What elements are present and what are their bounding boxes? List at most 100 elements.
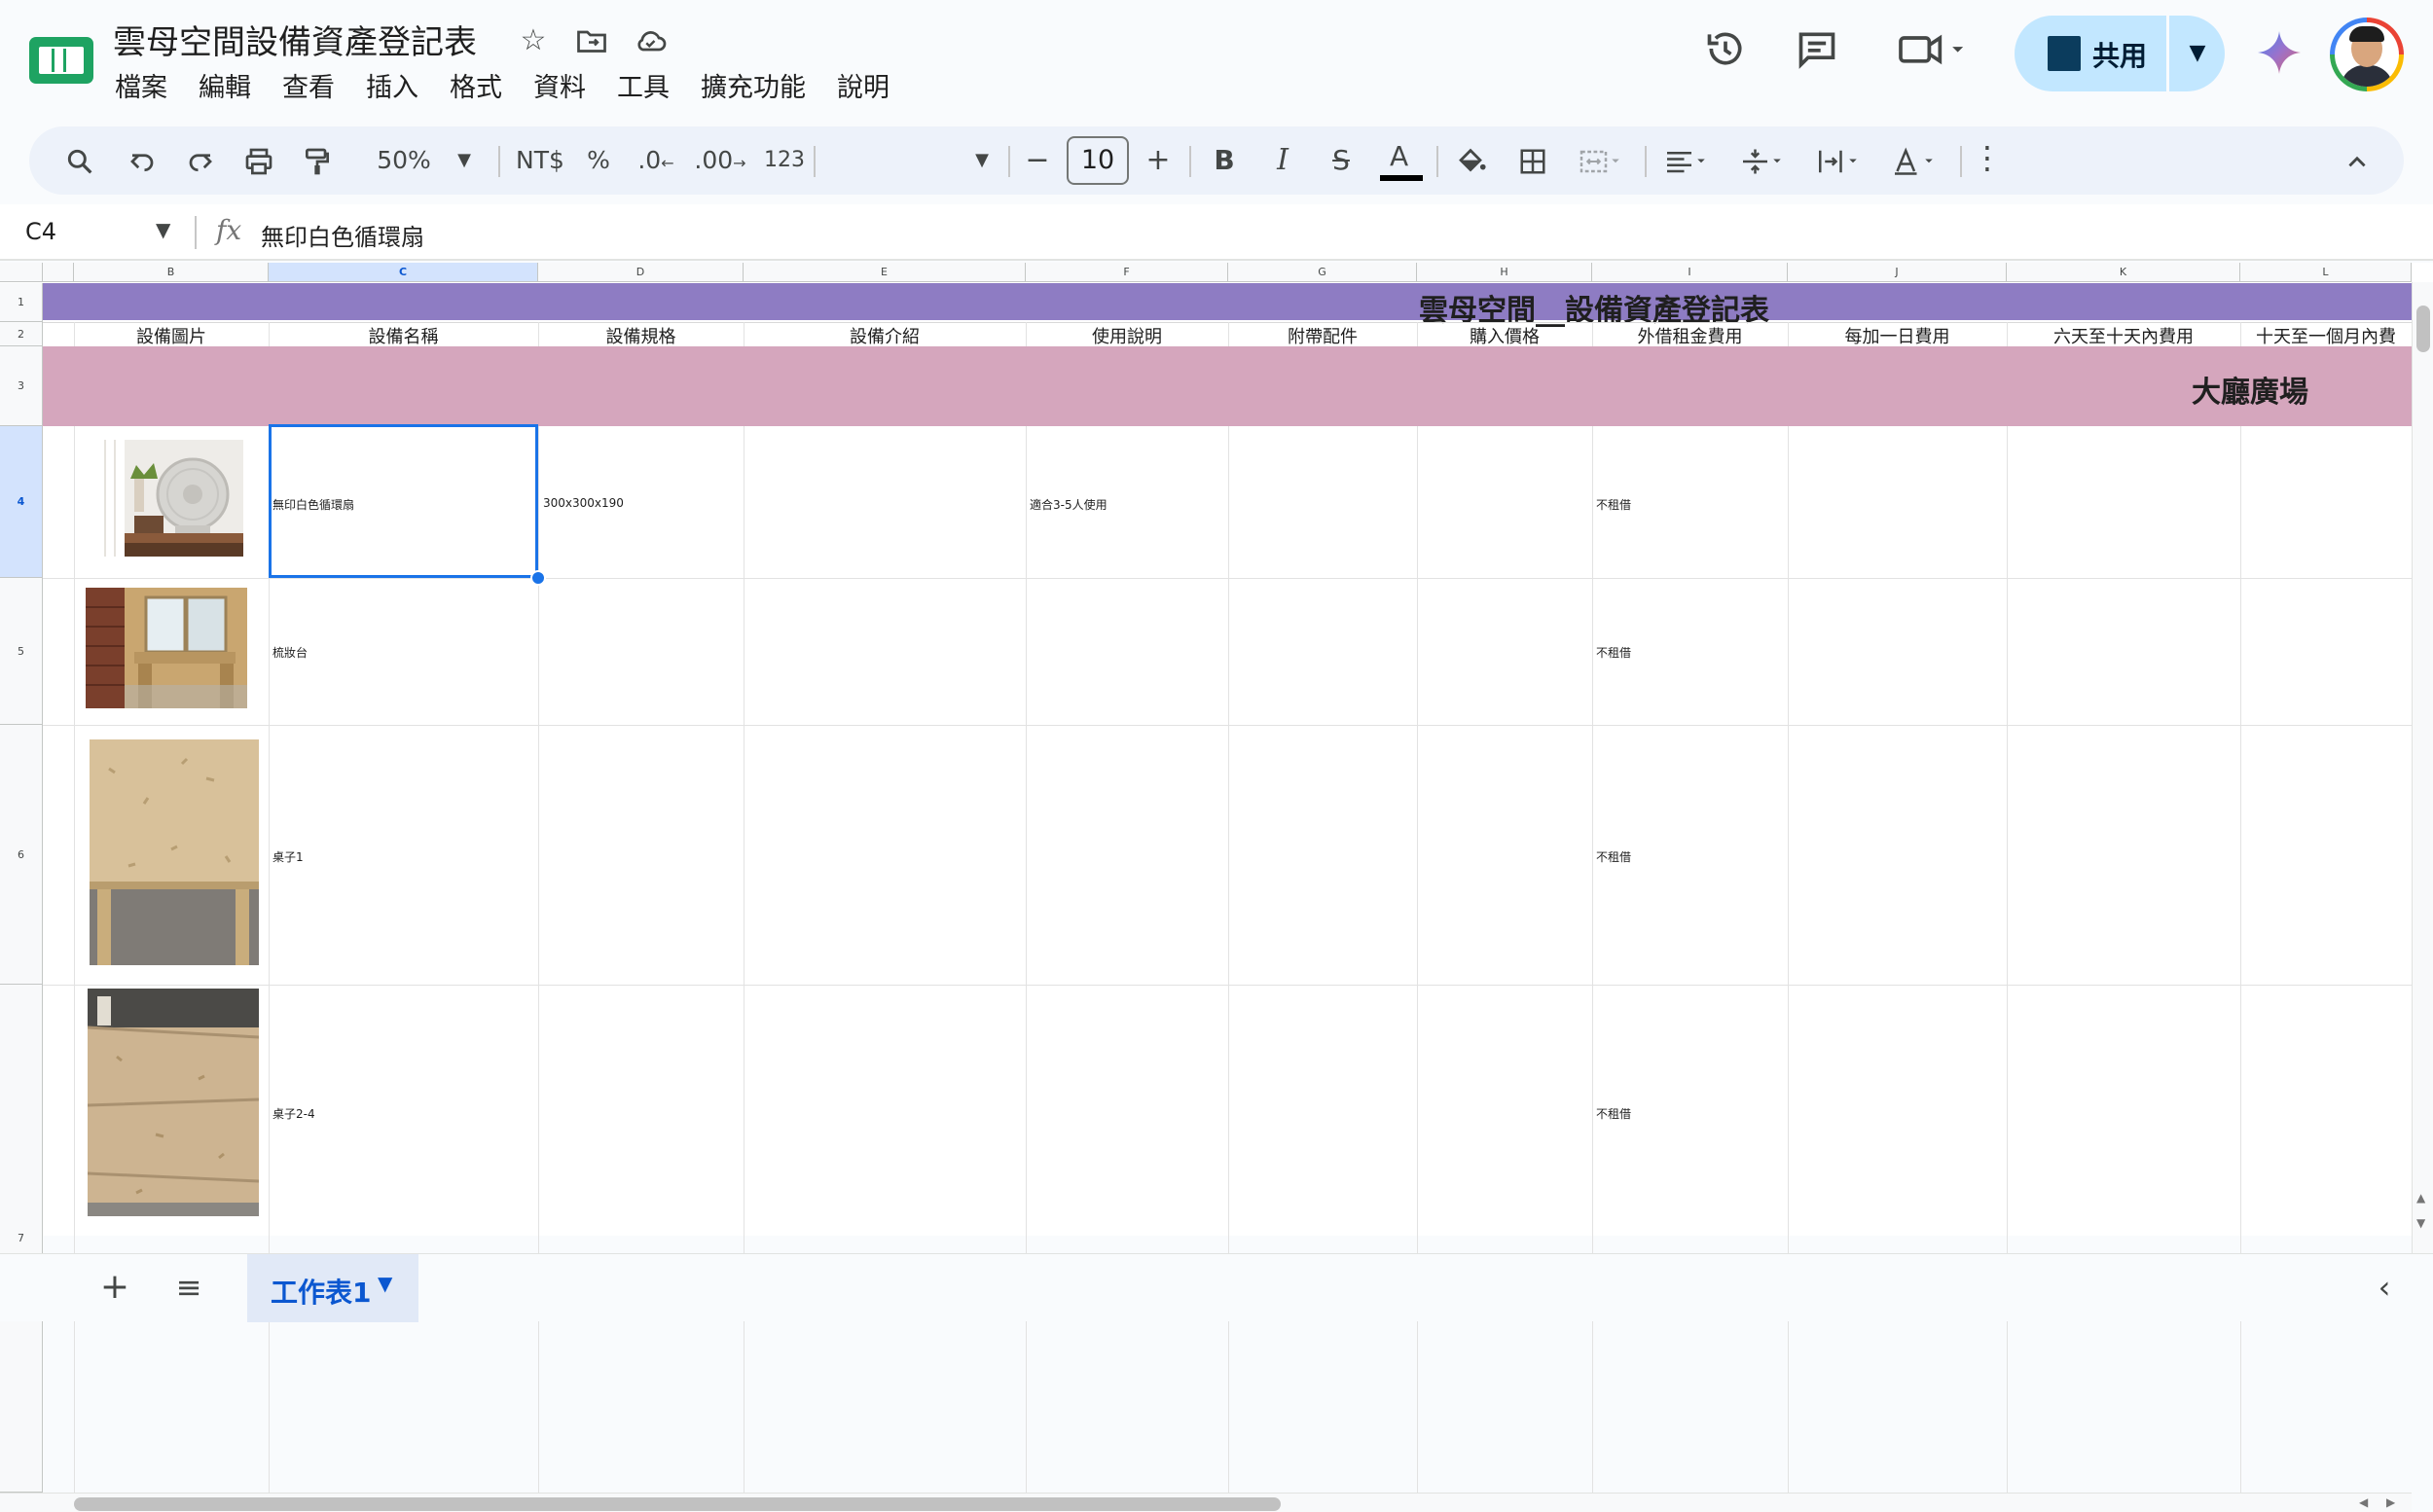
table2-4-photo[interactable] [88,989,259,1216]
vertical-scrollbar[interactable]: ▲ ▼ [2412,282,2433,1255]
borders-icon[interactable] [1508,126,1557,195]
scroll-down-icon[interactable]: ▼ [2416,1216,2425,1230]
row-header-1[interactable]: 1 [0,283,43,322]
number-format-button[interactable]: 123 [755,126,814,195]
item-name-cell[interactable]: 桌子1 [272,848,304,865]
row-header-5[interactable]: 5 [0,578,43,725]
header-cell-price[interactable]: 購入價格 [1417,323,1592,348]
column-header-g[interactable]: G [1228,263,1417,282]
item-spec-cell[interactable]: 300x300x190 [543,496,624,510]
column-header-a[interactable] [43,263,74,282]
item-rent-cell[interactable]: 不租借 [1596,1105,1631,1122]
font-size-input[interactable]: 10 [1067,136,1129,185]
currency-format-button[interactable]: NT$ [506,126,574,195]
decrease-decimal-button[interactable]: .0← [629,126,683,195]
paint-format-icon[interactable] [296,126,339,195]
vanity-photo[interactable] [86,588,247,708]
row-header-2[interactable]: 2 [0,322,43,346]
header-cell-image[interactable]: 設備圖片 [74,323,269,348]
column-header-f[interactable]: F [1026,263,1228,282]
share-main-button[interactable]: 共用 [2015,16,2166,91]
menu-file[interactable]: 檔案 [115,66,167,105]
header-cell-10-days-month[interactable]: 十天至一個月內費 [2240,323,2412,348]
header-cell-extra-day[interactable]: 每加一日費用 [1788,323,2007,348]
column-header-j[interactable]: J [1788,263,2007,282]
section-cell[interactable]: 大廳廣場 [2192,368,2308,411]
item-rent-cell[interactable]: 不租借 [1596,848,1631,865]
column-header-h[interactable]: H [1417,263,1592,282]
column-header-i[interactable]: I [1592,263,1788,282]
side-panel-toggle-icon[interactable]: ‹ [2365,1268,2404,1307]
scroll-left-icon[interactable]: ◀ [2359,1495,2368,1509]
active-cell-selection[interactable] [269,424,538,578]
zoom-dropdown-icon[interactable]: ▼ [450,126,479,195]
column-header-b[interactable]: B [74,263,269,282]
row-header-4[interactable]: 4 [0,426,43,578]
merge-cells-icon[interactable] [1567,126,1635,195]
document-title[interactable]: 雲母空間設備資產登記表 [113,16,477,63]
fan-photo[interactable] [95,440,243,557]
account-avatar[interactable] [2330,18,2404,91]
sheets-logo-icon[interactable] [29,37,93,84]
menu-format[interactable]: 格式 [450,66,502,105]
move-folder-icon[interactable] [574,23,609,58]
version-history-icon[interactable] [1701,27,1750,76]
print-icon[interactable] [237,126,280,195]
column-header-c[interactable]: C [269,263,538,282]
item-name-cell[interactable]: 桌子2-4 [272,1105,315,1122]
comments-icon[interactable] [1793,27,1841,76]
text-color-button[interactable]: A [1378,126,1427,195]
percent-format-button[interactable]: % [574,126,623,195]
formula-input[interactable]: 無印白色循環扇 [261,218,424,252]
horizontal-scrollbar-thumb[interactable] [74,1497,1281,1511]
increase-font-size-icon[interactable]: + [1137,126,1180,195]
name-box[interactable]: C4 [25,218,56,245]
more-options-icon[interactable]: ⋮ [1968,126,2007,195]
row-header-6[interactable]: 6 [0,725,43,985]
vertical-align-icon[interactable] [1728,126,1797,195]
meet-camera-icon[interactable] [1894,27,1972,76]
item-usage-cell[interactable]: 適合3-5人使用 [1030,496,1108,513]
column-header-e[interactable]: E [744,263,1026,282]
add-sheet-icon[interactable]: + [93,1266,136,1309]
strikethrough-icon[interactable]: S [1320,126,1362,195]
sheet-tab-dropdown-icon[interactable]: ▼ [378,1272,392,1295]
fill-color-icon[interactable] [1446,126,1495,195]
menu-insert[interactable]: 插入 [366,66,418,105]
increase-decimal-button[interactable]: .00→ [689,126,751,195]
share-button[interactable]: 共用 ▼ [2015,16,2225,91]
share-dropdown-icon[interactable]: ▼ [2170,16,2225,91]
header-cell-6-10-days[interactable]: 六天至十天內費用 [2007,323,2240,348]
menu-view[interactable]: 查看 [282,66,335,105]
menu-data[interactable]: 資料 [533,66,586,105]
italic-button[interactable]: I [1261,126,1304,195]
scroll-up-icon[interactable]: ▲ [2416,1191,2425,1205]
name-box-dropdown-icon[interactable]: ▼ [156,218,170,241]
item-rent-cell[interactable]: 不租借 [1596,644,1631,661]
row-header-3[interactable]: 3 [0,346,43,426]
menu-help[interactable]: 說明 [837,66,890,105]
column-header-l[interactable]: L [2240,263,2412,282]
horizontal-scrollbar[interactable]: ◀ ▶ [0,1493,2412,1512]
bold-button[interactable]: B [1203,126,1246,195]
menu-edit[interactable]: 編輯 [199,66,251,105]
item-name-cell[interactable]: 梳妝台 [272,644,308,661]
text-wrapping-icon[interactable] [1804,126,1872,195]
column-header-k[interactable]: K [2007,263,2240,282]
column-header-d[interactable]: D [538,263,744,282]
menu-extensions[interactable]: 擴充功能 [701,66,806,105]
select-all-corner[interactable] [0,263,43,282]
menu-tools[interactable]: 工具 [617,66,670,105]
undo-icon[interactable] [121,126,163,195]
redo-icon[interactable] [179,126,222,195]
vertical-scrollbar-thumb[interactable] [2416,306,2430,352]
row-header-7[interactable]: 7 [0,985,43,1493]
star-icon[interactable]: ☆ [516,23,551,58]
text-rotation-icon[interactable] [1880,126,1948,195]
header-cell-spec[interactable]: 設備規格 [538,323,744,348]
horizontal-align-icon[interactable] [1652,126,1721,195]
header-cell-usage[interactable]: 使用說明 [1026,323,1228,348]
scroll-right-icon[interactable]: ▶ [2386,1495,2395,1509]
header-cell-intro[interactable]: 設備介紹 [744,323,1026,348]
all-sheets-menu-icon[interactable]: ≡ [167,1266,210,1309]
